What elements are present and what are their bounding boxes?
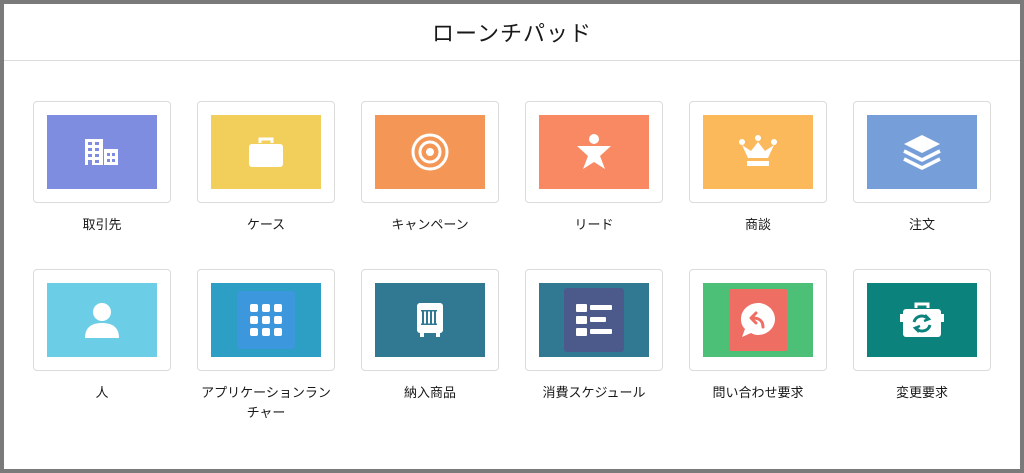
target-icon [410,132,450,172]
launchpad-header: ローンチパッド [4,4,1020,61]
app-icon-background [47,115,157,189]
app-tile-case[interactable]: ケース [197,101,335,257]
app-tile-account[interactable]: 取引先 [33,101,171,257]
app-grid: 取引先 ケース キャンペーン リード 商談 注文 人 アプリケーションランチャー… [33,101,991,425]
app-icon-background [375,283,485,357]
app-label[interactable]: ケース [196,216,336,236]
app-tile-frame[interactable] [525,101,663,203]
building-icon [82,136,122,168]
lead-star-icon [574,132,614,172]
app-label[interactable]: 商談 [688,216,828,236]
app-tile-inquiry-request[interactable]: 問い合わせ要求 [689,269,827,425]
crown-icon [738,134,778,170]
app-tile-app-launcher[interactable]: アプリケーションランチャー [197,269,335,425]
app-icon-background [375,115,485,189]
page-title: ローンチパッド [432,22,592,47]
app-icon-background [703,283,813,357]
app-tile-lead[interactable]: リード [525,101,663,257]
app-label[interactable]: 人 [32,384,172,404]
app-icon-background [867,283,977,357]
app-icon-background [211,283,321,357]
schedule-list-icon [574,300,614,340]
person-icon [82,300,122,340]
app-label[interactable]: 取引先 [32,216,172,236]
app-icon-background [47,283,157,357]
app-grid-icon [249,303,283,337]
product-box-icon [413,301,447,339]
app-label[interactable]: 納入商品 [360,384,500,404]
app-tile-consumption-schedule[interactable]: 消費スケジュール [525,269,663,425]
app-label[interactable]: 変更要求 [852,384,992,404]
app-label[interactable]: 問い合わせ要求 [688,384,828,404]
app-tile-change-request[interactable]: 変更要求 [853,269,991,425]
app-icon-inner-square [729,289,787,351]
app-tile-frame[interactable] [361,101,499,203]
app-label[interactable]: リード [524,216,664,236]
app-tile-frame[interactable] [197,269,335,371]
app-icon-background [539,115,649,189]
layers-icon [902,133,942,171]
app-tile-frame[interactable] [853,269,991,371]
app-tile-frame[interactable] [33,269,171,371]
app-label[interactable]: 消費スケジュール [524,384,664,404]
app-tile-frame[interactable] [197,101,335,203]
app-tile-frame[interactable] [689,269,827,371]
app-tile-person[interactable]: 人 [33,269,171,425]
app-tile-frame[interactable] [33,101,171,203]
app-tile-asset[interactable]: 納入商品 [361,269,499,425]
app-tile-order[interactable]: 注文 [853,101,991,257]
chat-reply-icon [738,300,778,340]
app-tile-frame[interactable] [689,101,827,203]
app-icon-background [867,115,977,189]
toolbox-sync-icon [900,300,944,340]
app-icon-inner-square [564,288,624,352]
app-tile-campaign[interactable]: キャンペーン [361,101,499,257]
launchpad-window: ローンチパッド 取引先 ケース キャンペーン リード 商談 注文 人 アプリケー… [0,0,1024,473]
app-icon-background [539,283,649,357]
app-label[interactable]: アプリケーションランチャー [196,384,336,424]
app-icon-background [211,115,321,189]
app-tile-frame[interactable] [853,101,991,203]
app-icon-background [703,115,813,189]
app-tile-frame[interactable] [525,269,663,371]
app-tile-opportunity[interactable]: 商談 [689,101,827,257]
app-label[interactable]: 注文 [852,216,992,236]
app-label[interactable]: キャンペーン [360,216,500,236]
briefcase-icon [246,135,286,169]
app-tile-frame[interactable] [361,269,499,371]
app-icon-inner-square [237,291,295,349]
